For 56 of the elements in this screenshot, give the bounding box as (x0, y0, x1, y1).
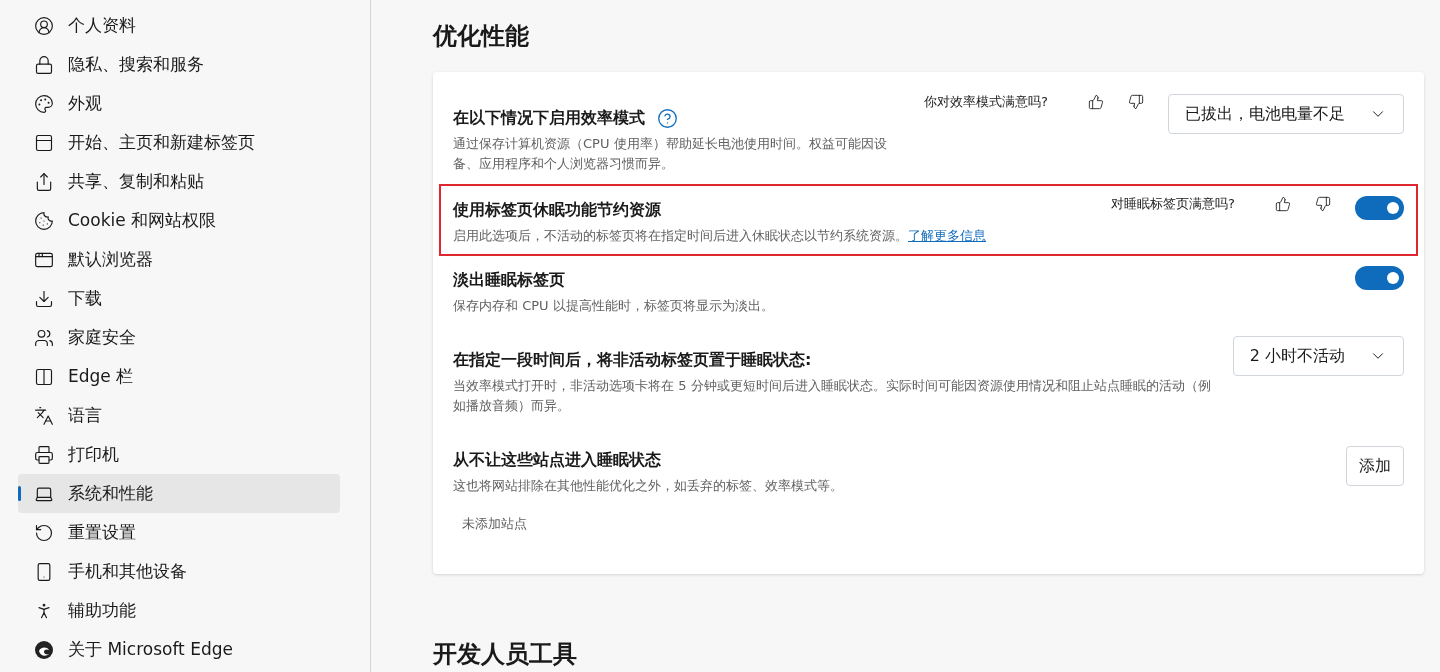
thumbs-up-icon[interactable] (1088, 94, 1104, 110)
setting-title: 从不让这些站点进入睡眠状态 (453, 449, 661, 471)
palette-icon (34, 93, 54, 114)
sidebar-item[interactable]: 开始、主页和新建标签页 (18, 123, 340, 162)
sidebar-item[interactable]: 隐私、搜索和服务 (18, 45, 340, 84)
edge-logo-icon (34, 639, 54, 660)
sidebar-item[interactable]: 辅助功能 (18, 591, 340, 630)
sidebar-item[interactable]: 下载 (18, 279, 340, 318)
sidebar-item[interactable]: 手机和其他设备 (18, 552, 340, 591)
sidebar-item[interactable]: Edge 栏 (18, 357, 340, 396)
setting-title: 淡出睡眠标签页 (453, 269, 565, 291)
people-icon (34, 327, 54, 348)
sidebar-item[interactable]: 家庭安全 (18, 318, 340, 357)
thumbs-down-icon[interactable] (1128, 94, 1144, 110)
sidebar-panel-icon (34, 366, 54, 387)
setting-description: 当效率模式打开时，非活动选项卡将在 5 分钟或更短时间后进入睡眠状态。实际时间可能因资源使用情况和阻止站点睡眠的活动（例如播放音频）而异。 (453, 377, 1212, 415)
browser-window-icon (34, 132, 54, 153)
printer-icon (34, 444, 54, 465)
dropdown-select[interactable]: 2 小时不活动 (1232, 336, 1404, 376)
setting-description: 启用此选项后，不活动的标签页将在指定时间后进入休眠状态以节约系统资源。了解更多信息 (453, 227, 986, 245)
toggle-switch[interactable] (1355, 196, 1404, 220)
setting-title: 使用标签页休眠功能节约资源 (453, 199, 661, 221)
sidebar-item[interactable]: 外观 (18, 84, 340, 123)
lock-icon (34, 54, 54, 75)
profile-icon (34, 15, 54, 36)
sidebar-item[interactable]: 共享、复制和粘贴 (18, 162, 340, 201)
setting-title: 在以下情况下启用效率模式 (453, 107, 645, 129)
learn-more-link[interactable]: 了解更多信息 (908, 228, 986, 243)
toggle-switch[interactable] (1355, 266, 1404, 290)
sidebar-item[interactable]: Cookie 和网站权限 (18, 201, 340, 240)
empty-note: 未添加站点 (462, 515, 528, 533)
dropdown-select[interactable]: 已拔出，电池电量不足 (1168, 94, 1404, 134)
help-icon[interactable] (657, 107, 678, 129)
add-button[interactable]: 添加 (1346, 446, 1404, 486)
setting-title: 在指定一段时间后，将非活动标签页置于睡眠状态: (453, 349, 812, 371)
section-heading: 开发人员工具 (433, 638, 578, 670)
download-icon (34, 288, 54, 309)
sidebar-item[interactable]: 个人资料 (18, 6, 340, 45)
setting-description: 通过保存计算机资源（CPU 使用率）帮助延长电池使用时间。权益可能因设备、应用程序和个人浏览器习惯而异。 (453, 135, 888, 173)
reset-icon (34, 522, 54, 543)
sidebar-item[interactable]: 系统和性能 (18, 474, 340, 513)
setting-description: 保存内存和 CPU 以提高性能时，标签页将显示为淡出。 (453, 297, 774, 315)
sidebar-item[interactable]: 打印机 (18, 435, 340, 474)
setting-description: 这也将网站排除在其他性能优化之外，如丢弃的标签、效率模式等。 (453, 477, 843, 495)
sidebar-item[interactable]: 关于 Microsoft Edge (18, 630, 340, 669)
feedback-question: 对睡眠标签页满意吗? (1111, 195, 1235, 213)
sidebar-item[interactable]: 默认浏览器 (18, 240, 340, 279)
section-heading: 优化性能 (433, 21, 530, 52)
thumbs-up-icon[interactable] (1275, 196, 1291, 212)
share-icon (34, 171, 54, 192)
feedback-question: 你对效率模式满意吗? (924, 93, 1048, 111)
thumbs-down-icon[interactable] (1315, 196, 1331, 212)
sidebar-item[interactable]: 重置设置 (18, 513, 340, 552)
cookie-icon (34, 210, 54, 231)
sidebar-item[interactable]: 语言 (18, 396, 340, 435)
language-icon (34, 405, 54, 426)
